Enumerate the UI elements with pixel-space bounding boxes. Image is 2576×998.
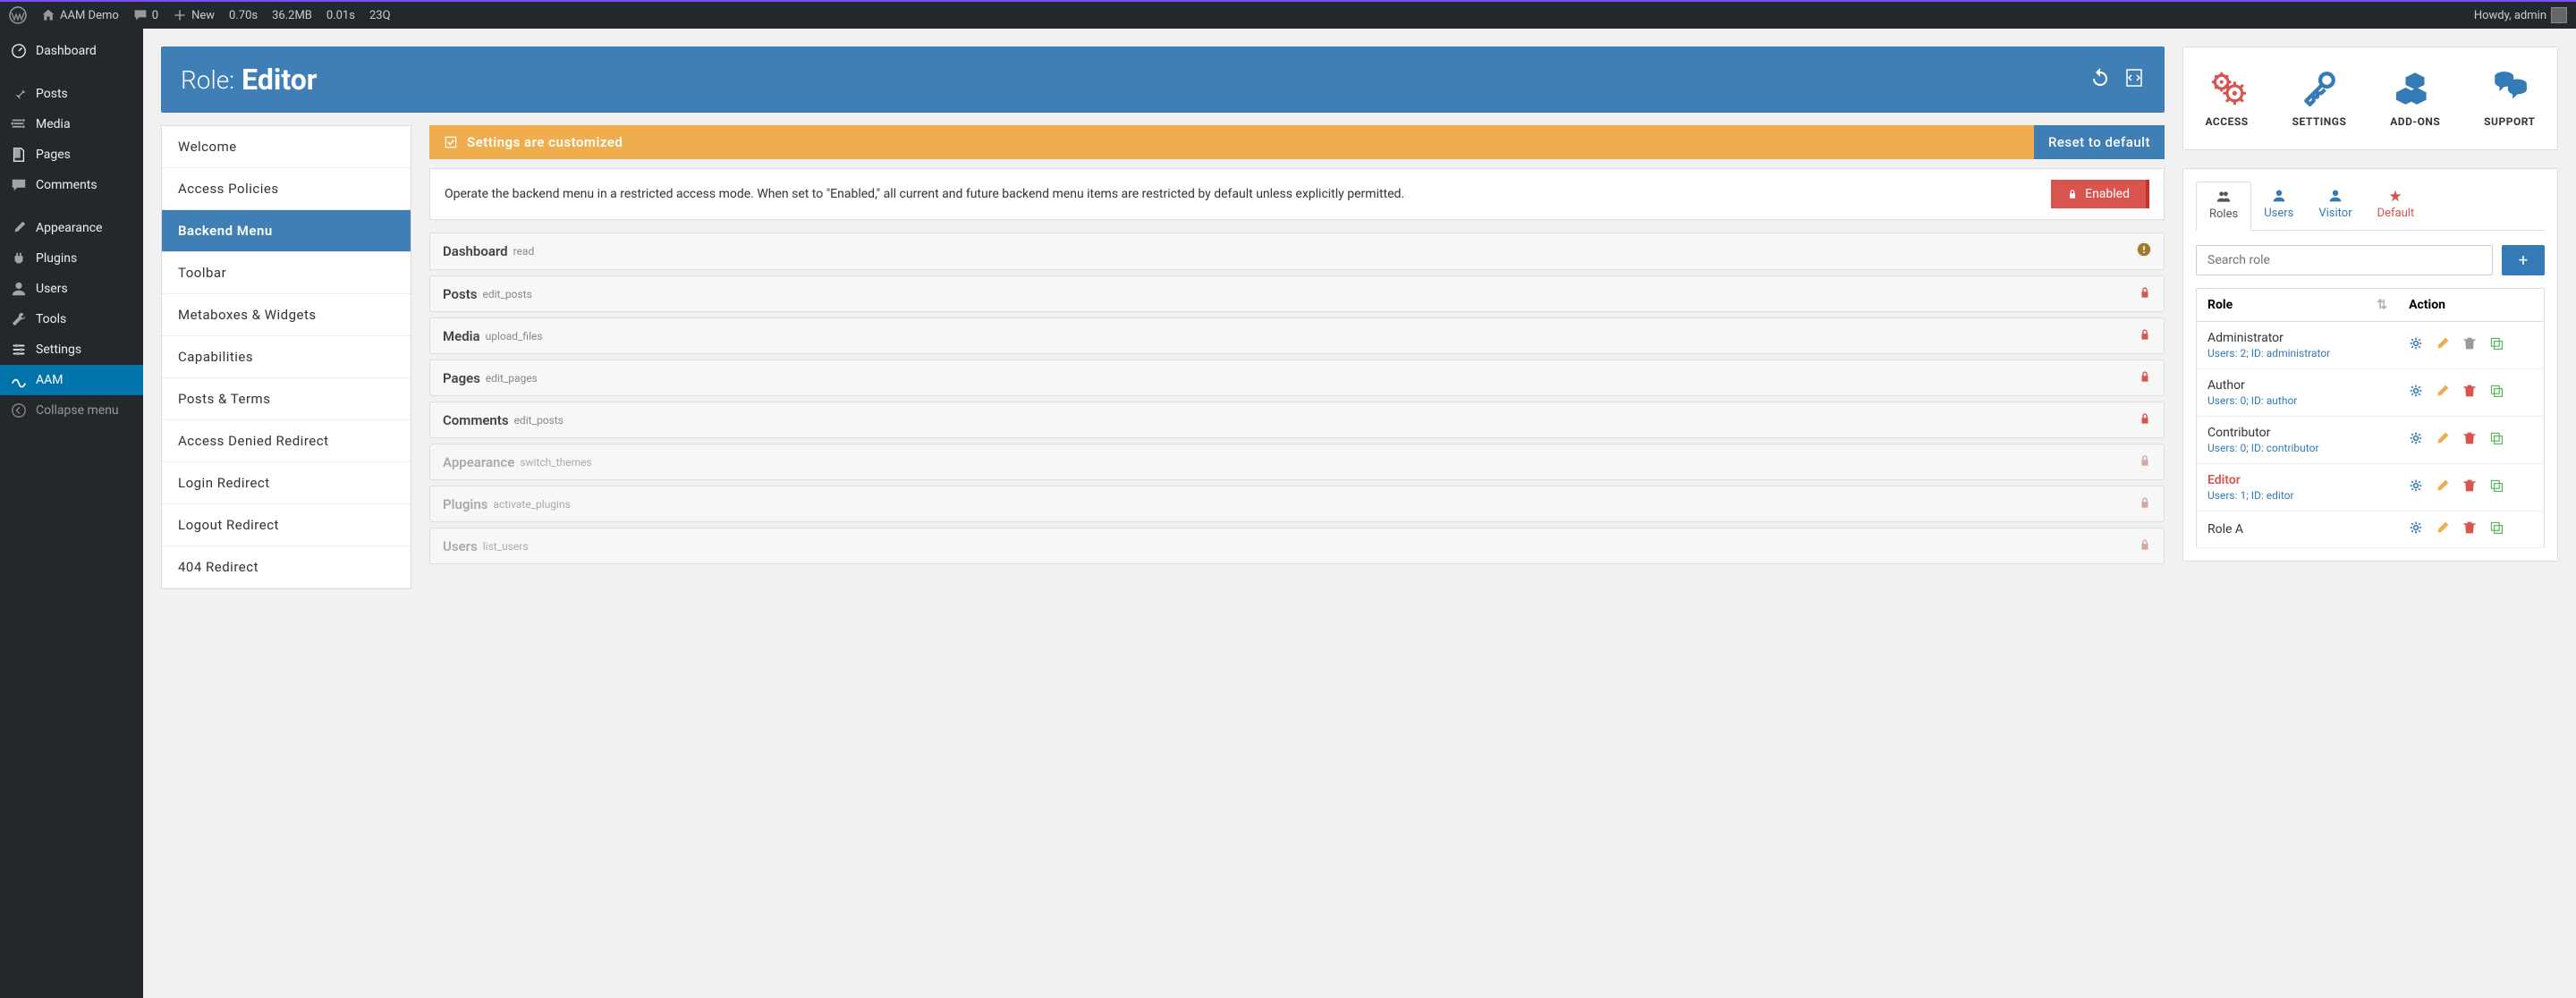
sidebar-item-pages[interactable]: Pages: [0, 140, 143, 170]
new-content[interactable]: New: [173, 8, 215, 22]
menu-list: Dashboardread Postsedit_posts Mediaupload_…: [429, 233, 2165, 564]
subject-panel: RolesUsersVisitorDefault + Role⇅ Action …: [2182, 168, 2558, 562]
role-header: Role: Editor: [161, 47, 2165, 113]
feature-tab-access-policies[interactable]: Access Policies: [162, 168, 411, 210]
delete-icon[interactable]: [2462, 336, 2477, 354]
restrict-mode-box: Operate the backend menu in a restricted…: [429, 168, 2165, 220]
nav-support[interactable]: SUPPORT: [2484, 69, 2535, 128]
site-name[interactable]: AAM Demo: [41, 8, 119, 22]
sidebar-item-tools[interactable]: Tools: [0, 304, 143, 334]
delete-icon[interactable]: [2462, 384, 2477, 402]
feature-tab-metaboxes-widgets[interactable]: Metaboxes & Widgets: [162, 294, 411, 336]
feature-tab-access-denied-redirect[interactable]: Access Denied Redirect: [162, 420, 411, 462]
admin-topbar: AAM Demo 0 New 0.70s 36.2MB 0.01s 23Q Ho…: [0, 0, 2576, 29]
feature-tab-logout-redirect[interactable]: Logout Redirect: [162, 504, 411, 546]
stat-3: 23Q: [369, 9, 391, 22]
enabled-toggle[interactable]: Enabled: [2051, 180, 2149, 208]
stat-2: 0.01s: [326, 9, 355, 22]
avatar: [2551, 7, 2567, 23]
delete-icon[interactable]: [2462, 520, 2477, 538]
clone-icon[interactable]: [2489, 520, 2504, 538]
feature-tab-login-redirect[interactable]: Login Redirect: [162, 462, 411, 504]
edit-icon[interactable]: [2436, 336, 2450, 354]
menu-item-comments[interactable]: Commentsedit_posts: [429, 402, 2165, 438]
role-name: Editor: [242, 63, 317, 97]
search-role-input[interactable]: [2196, 245, 2493, 275]
menu-item-media[interactable]: Mediaupload_files: [429, 317, 2165, 354]
sidebar-item-users[interactable]: Users: [0, 274, 143, 304]
sidebar-item-appearance[interactable]: Appearance: [0, 213, 143, 243]
add-role-button[interactable]: +: [2502, 245, 2545, 275]
manage-icon[interactable]: [2409, 336, 2423, 354]
edit-icon[interactable]: [2436, 431, 2450, 449]
role-row-editor[interactable]: EditorUsers: 1; ID: editor: [2197, 464, 2545, 512]
menu-item-pages[interactable]: Pagesedit_pages: [429, 359, 2165, 396]
clone-icon[interactable]: [2489, 431, 2504, 449]
role-row-author[interactable]: AuthorUsers: 0; ID: author: [2197, 369, 2545, 417]
manage-icon[interactable]: [2409, 520, 2423, 538]
role-label: Role:: [181, 65, 234, 95]
feature-tab-toolbar[interactable]: Toolbar: [162, 252, 411, 294]
sidebar-item-posts[interactable]: Posts: [0, 79, 143, 109]
role-table: Role⇅ Action AdministratorUsers: 2; ID: …: [2196, 288, 2545, 548]
feature-tab-backend-menu[interactable]: Backend Menu: [162, 210, 411, 252]
feature-tab--redirect[interactable]: 404 Redirect: [162, 546, 411, 588]
nav-add-ons[interactable]: ADD-ONS: [2390, 69, 2440, 128]
manage-icon[interactable]: [2409, 384, 2423, 402]
wp-logo[interactable]: [9, 6, 27, 24]
role-row-role a[interactable]: Role A: [2197, 512, 2545, 548]
feature-tab-capabilities[interactable]: Capabilities: [162, 336, 411, 378]
code-icon[interactable]: [2123, 67, 2145, 92]
subject-tab-roles[interactable]: Roles: [2196, 182, 2251, 231]
role-row-contributor[interactable]: ContributorUsers: 0; ID: contributor: [2197, 417, 2545, 464]
sidebar-item-settings[interactable]: Settings: [0, 334, 143, 365]
role-row-administrator[interactable]: AdministratorUsers: 2; ID: administrator: [2197, 322, 2545, 369]
edit-icon[interactable]: [2436, 520, 2450, 538]
delete-icon[interactable]: [2462, 431, 2477, 449]
menu-item-appearance[interactable]: Appearanceswitch_themes: [429, 444, 2165, 480]
nav-cards: ACCESS SETTINGS ADD-ONS SUPPORT: [2182, 47, 2558, 150]
manage-icon[interactable]: [2409, 478, 2423, 496]
menu-item-users[interactable]: Userslist_users: [429, 528, 2165, 564]
nav-access[interactable]: ACCESS: [2205, 69, 2248, 128]
sidebar-item-dashboard[interactable]: Dashboard: [0, 36, 143, 66]
reset-to-default[interactable]: Reset to default: [2034, 125, 2165, 159]
delete-icon[interactable]: [2462, 478, 2477, 496]
menu-item-plugins[interactable]: Pluginsactivate_plugins: [429, 486, 2165, 522]
feature-tab-posts-terms[interactable]: Posts & Terms: [162, 378, 411, 420]
col-action: Action: [2398, 289, 2544, 322]
subject-tab-visitor[interactable]: Visitor: [2306, 182, 2364, 230]
menu-item-dashboard[interactable]: Dashboardread: [429, 233, 2165, 270]
menu-item-posts[interactable]: Postsedit_posts: [429, 275, 2165, 312]
comments-count[interactable]: 0: [133, 8, 158, 22]
clone-icon[interactable]: [2489, 384, 2504, 402]
edit-icon[interactable]: [2436, 478, 2450, 496]
stat-0: 0.70s: [229, 9, 258, 22]
subject-tab-users[interactable]: Users: [2251, 182, 2306, 230]
stat-1: 36.2MB: [272, 9, 312, 22]
restrict-text: Operate the backend menu in a restricted…: [445, 185, 2037, 204]
reset-icon[interactable]: [2089, 67, 2111, 92]
feature-tabs: WelcomeAccess PoliciesBackend MenuToolba…: [161, 125, 411, 589]
collapse-menu[interactable]: Collapse menu: [0, 395, 143, 426]
nav-settings[interactable]: SETTINGS: [2292, 69, 2347, 128]
sidebar-item-comments[interactable]: Comments: [0, 170, 143, 200]
col-role[interactable]: Role⇅: [2197, 289, 2399, 322]
feature-tab-welcome[interactable]: Welcome: [162, 126, 411, 168]
subject-tab-default[interactable]: Default: [2365, 182, 2428, 230]
clone-icon[interactable]: [2489, 478, 2504, 496]
clone-icon[interactable]: [2489, 336, 2504, 354]
edit-icon[interactable]: [2436, 384, 2450, 402]
manage-icon[interactable]: [2409, 431, 2423, 449]
sidebar-item-plugins[interactable]: Plugins: [0, 243, 143, 274]
sidebar-item-aam[interactable]: AAM: [0, 365, 143, 395]
admin-sidebar: Dashboard PostsMediaPagesComments Appearan…: [0, 29, 143, 998]
howdy-user[interactable]: Howdy, admin: [2474, 7, 2567, 23]
customized-banner: Settings are customized: [429, 125, 2034, 159]
sidebar-item-media[interactable]: Media: [0, 109, 143, 140]
